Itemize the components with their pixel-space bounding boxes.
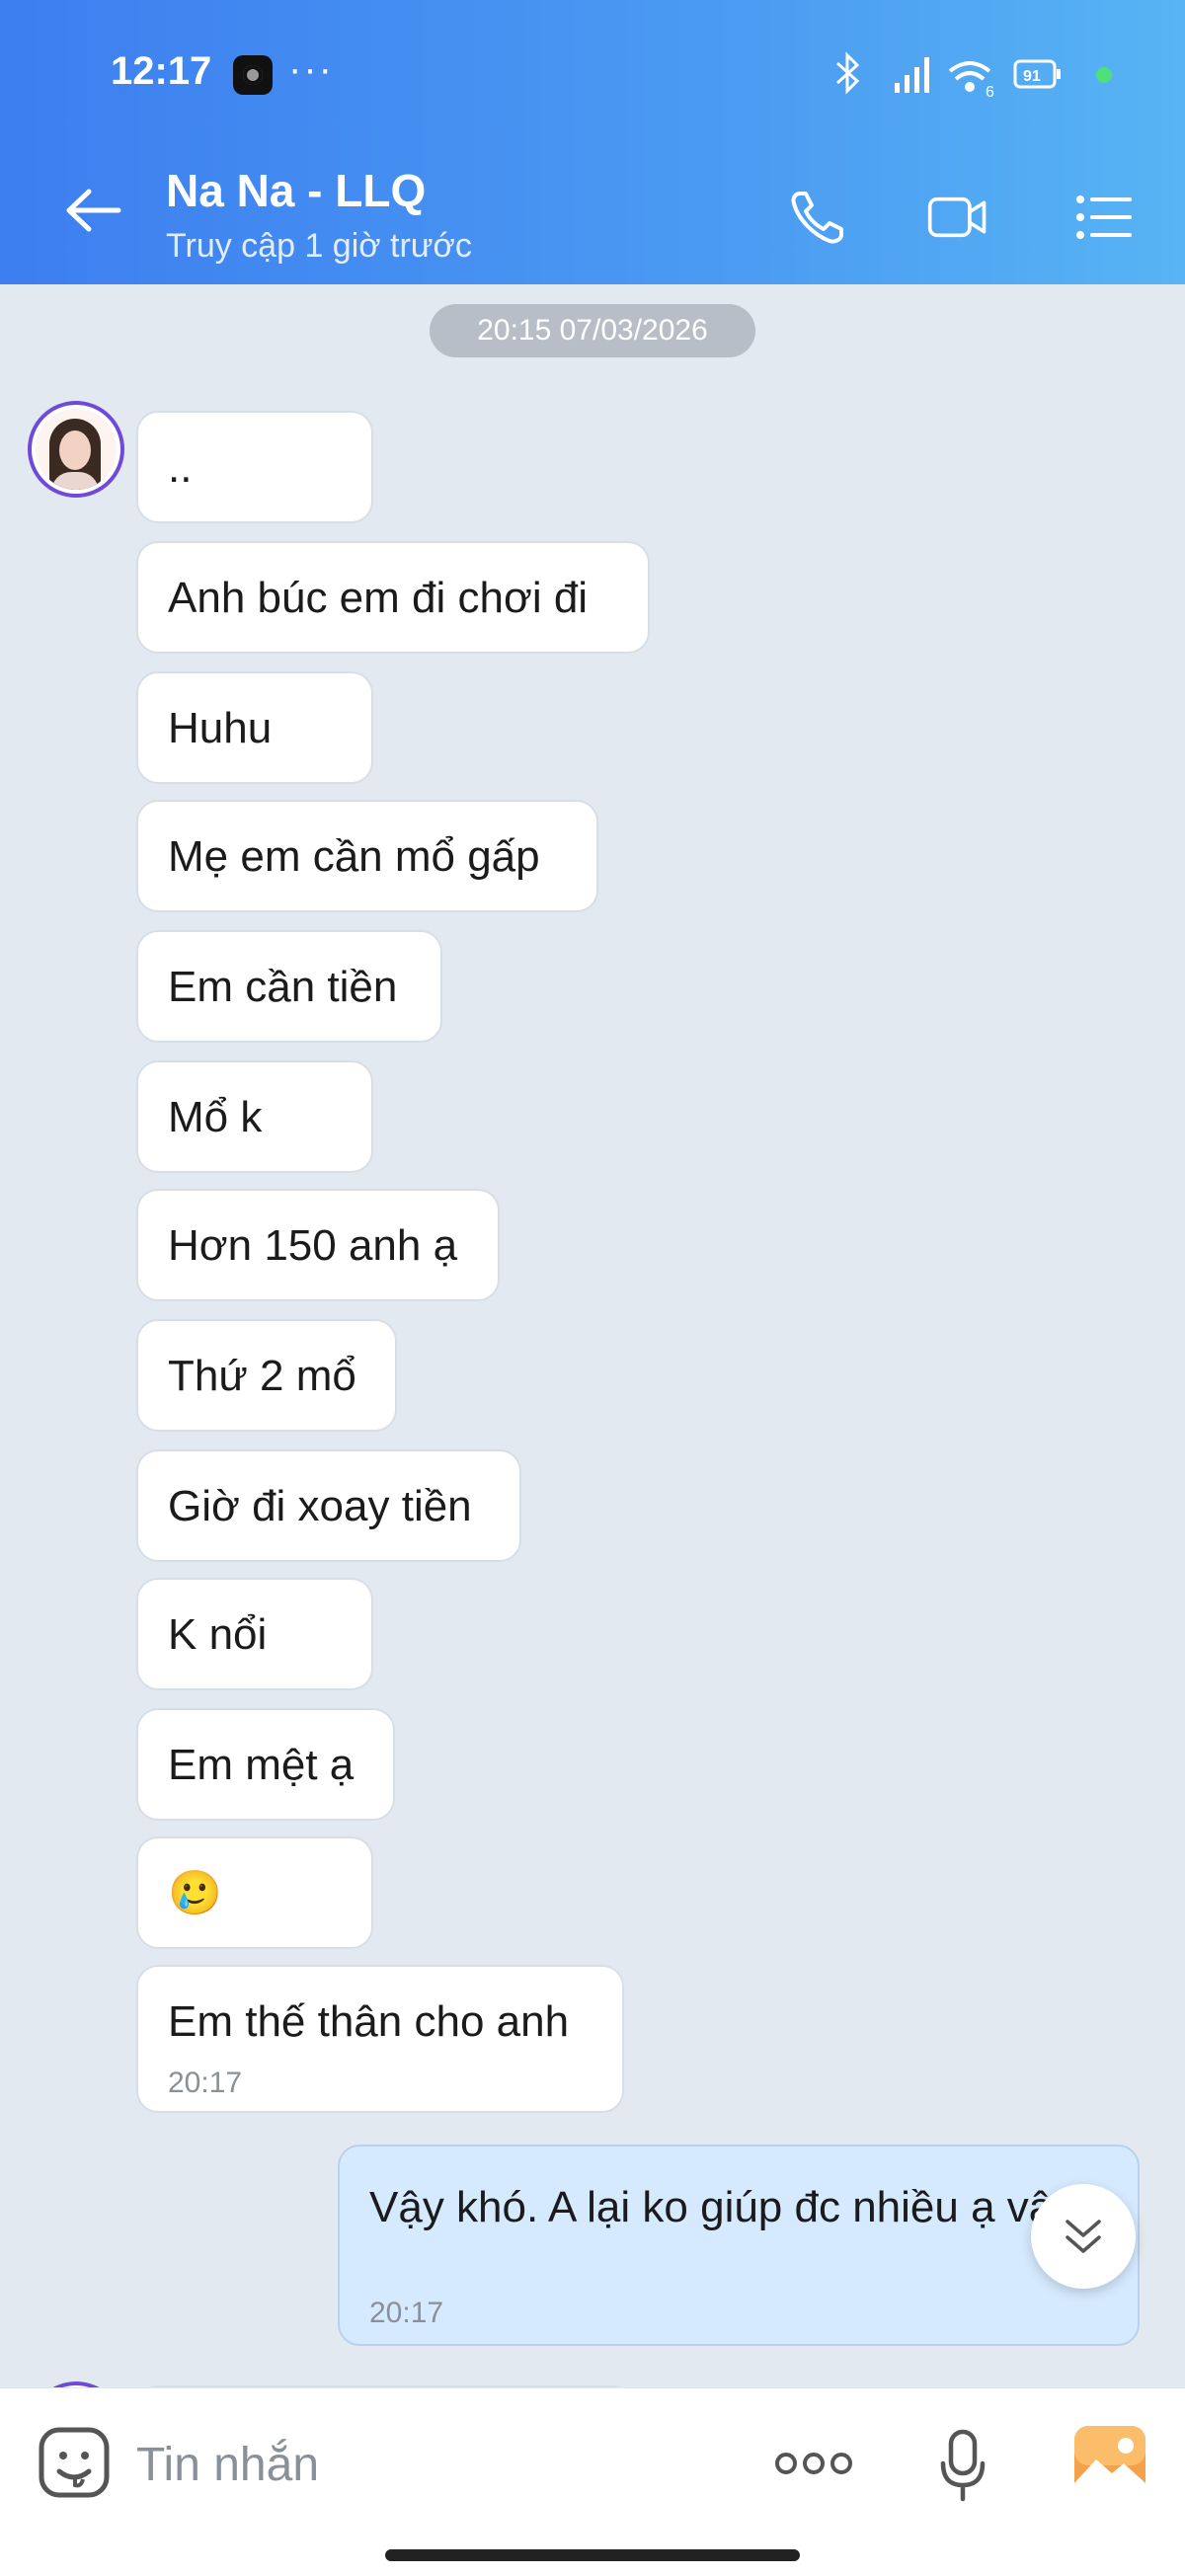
message-text: Mẹ em cần mổ gấp (168, 832, 540, 881)
video-camera-icon[interactable] (926, 186, 989, 249)
network-label: 6 (986, 84, 994, 99)
incoming-message[interactable]: Huhu (136, 671, 373, 784)
chrome-notification-icon (233, 55, 273, 95)
privacy-dot-icon (1096, 67, 1112, 83)
more-options-icon[interactable] (774, 2446, 853, 2481)
message-time: 20:17 (168, 2067, 243, 2099)
message-text: Anh búc em đi chơi đi (168, 574, 589, 622)
status-icons: 6 91 (835, 51, 1112, 99)
sticker-icon[interactable] (38, 2426, 111, 2499)
top-app-bar: 12:17 ··· 6 91 Na Na - LLQ Truy cập 1 gi… (0, 0, 1185, 284)
gallery-icon[interactable] (1072, 2424, 1147, 2499)
message-time: 20:17 (369, 2297, 444, 2329)
incoming-message[interactable]: Mẹ em cần mổ gấp (136, 800, 598, 912)
contact-avatar[interactable] (28, 401, 124, 498)
incoming-message[interactable]: Mổ k (136, 1060, 373, 1173)
incoming-message[interactable]: Thứ 2 mổ (136, 1319, 397, 1432)
date-separator: 20:15 07/03/2026 (430, 304, 755, 357)
incoming-message[interactable]: .. (136, 411, 373, 523)
message-text: Giờ đi xoay tiền (168, 1482, 472, 1530)
incoming-message[interactable]: 🥲 (136, 1836, 373, 1949)
status-bar: 12:17 ··· 6 91 (0, 0, 1185, 148)
double-chevron-down-icon (1066, 2220, 1101, 2253)
message-text: .. (168, 443, 193, 492)
incoming-message[interactable]: Hơn 150 anh ạ (136, 1189, 500, 1301)
scroll-to-bottom-button[interactable] (1031, 2184, 1136, 2289)
last-seen-status: Truy cập 1 giờ trước (166, 227, 472, 265)
message-text: Vậy khó. A lại ko giúp đc nhiều ạ vậy (369, 2183, 1075, 2231)
battery-icon: 91 (1013, 59, 1061, 89)
microphone-icon[interactable] (938, 2428, 988, 2505)
home-indicator[interactable] (385, 2549, 800, 2561)
incoming-message[interactable]: Em cần tiền (136, 930, 442, 1043)
message-text: Em thế thân cho anh (168, 1997, 570, 2046)
message-text: Huhu (168, 704, 273, 752)
phone-icon[interactable] (786, 186, 849, 249)
message-text: Hơn 150 anh ạ (168, 1221, 458, 1270)
incoming-message[interactable]: Em thế thân cho anh 20:17 (136, 1965, 624, 2113)
message-text: Em cần tiền (168, 963, 398, 1011)
message-text: Thứ 2 mổ (168, 1352, 356, 1400)
bluetooth-icon (835, 51, 860, 95)
incoming-message[interactable]: Giờ đi xoay tiền (136, 1449, 521, 1562)
incoming-message[interactable]: Em mệt ạ (136, 1708, 395, 1821)
wifi-icon (948, 61, 991, 92)
list-menu-icon[interactable] (1072, 186, 1136, 249)
message-input-bar: Tin nhắn (0, 2387, 1185, 2576)
chat-messages[interactable]: 20:15 07/03/2026 .. Anh búc em đi chơi đ… (0, 284, 1185, 2387)
message-text: Em mệt ạ (168, 1741, 355, 1789)
status-time: 12:17 (111, 49, 212, 93)
incoming-message[interactable]: K nổi (136, 1578, 373, 1690)
outgoing-message[interactable]: Vậy khó. A lại ko giúp đc nhiều ạ vậy 20… (338, 2145, 1140, 2346)
emoji-message: 🥲 (168, 1869, 222, 1917)
more-notifications-icon: ··· (288, 47, 334, 91)
message-input[interactable]: Tin nhắn (136, 2438, 319, 2492)
message-text: K nổi (168, 1610, 268, 1659)
back-arrow-icon[interactable] (63, 186, 122, 235)
incoming-message[interactable]: Anh búc em đi chơi đi (136, 541, 650, 654)
battery-level: 91 (1023, 68, 1041, 85)
signal-icon (895, 57, 929, 93)
message-text: Mổ k (168, 1093, 263, 1141)
chat-title[interactable]: Na Na - LLQ (166, 164, 426, 217)
